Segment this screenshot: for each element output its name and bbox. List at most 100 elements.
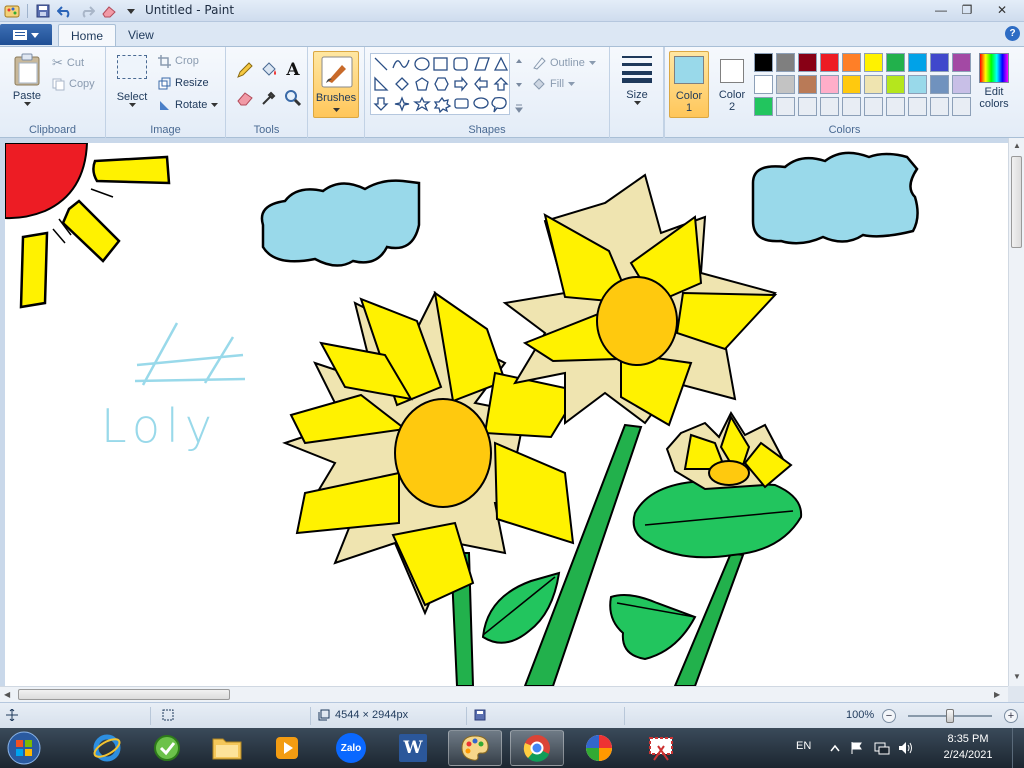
zoom-slider-thumb[interactable]	[946, 709, 954, 723]
vertical-scroll-thumb[interactable]	[1011, 156, 1022, 248]
tab-view[interactable]: View	[116, 24, 166, 46]
rotate-icon	[160, 100, 169, 110]
scroll-up-icon[interactable]: ▲	[1013, 141, 1021, 150]
snipping-tool-taskbar[interactable]	[634, 730, 688, 766]
save-icon[interactable]	[33, 2, 53, 20]
cut-button[interactable]: ✂ Cut	[52, 53, 84, 73]
selection-icon	[117, 55, 147, 79]
magnifier-icon[interactable]	[282, 87, 304, 109]
menu-icon	[13, 29, 27, 40]
image-group: Select Crop Resize Rotate Image	[106, 47, 226, 138]
start-button[interactable]	[4, 729, 44, 767]
eraser-qat-icon[interactable]	[99, 2, 119, 20]
color-picker-icon[interactable]	[258, 87, 280, 109]
rotate-label: Rotate	[175, 99, 208, 111]
clock-date[interactable]: 2/24/2021	[936, 749, 1000, 761]
size-button[interactable]: Size	[618, 53, 656, 106]
redo-icon[interactable]	[77, 2, 97, 20]
zalo-taskbar[interactable]: Zalo	[324, 730, 378, 766]
paste-button[interactable]: Paste	[8, 53, 46, 107]
customize-qat-icon[interactable]	[121, 2, 141, 20]
scroll-down-icon[interactable]: ▼	[1013, 672, 1021, 681]
outline-label: Outline	[550, 57, 585, 69]
volume-icon[interactable]	[898, 741, 914, 755]
action-center-flag-icon[interactable]	[850, 741, 864, 755]
tab-home[interactable]: Home	[58, 24, 117, 46]
line-size-icon	[622, 56, 652, 83]
drawing-canvas[interactable]: Loly	[5, 143, 1008, 686]
text-tool-icon[interactable]: A	[282, 59, 304, 81]
crop-button[interactable]: Crop	[158, 51, 199, 71]
show-hidden-icons-icon[interactable]	[830, 744, 840, 752]
chevron-down-icon	[333, 108, 340, 112]
shapes-gallery-icons[interactable]	[371, 54, 511, 116]
brushes-button[interactable]: Brushes	[313, 51, 359, 118]
resize-button[interactable]: Resize	[158, 73, 209, 93]
fill-button[interactable]: Fill	[532, 74, 576, 94]
horizontal-scrollbar[interactable]: ◀ ▶	[0, 686, 1008, 702]
close-button[interactable]: ✕	[980, 0, 1024, 20]
paint-taskbar[interactable]	[448, 730, 502, 766]
window-controls: — ❐ ✕	[928, 0, 1024, 20]
outline-button[interactable]: Outline	[532, 53, 596, 73]
sunflower-small	[665, 410, 793, 491]
help-icon[interactable]: ?	[1005, 26, 1020, 41]
resize-icon	[158, 77, 171, 89]
chrome-taskbar[interactable]	[510, 730, 564, 766]
network-icon[interactable]	[874, 741, 890, 755]
cloud-left	[260, 179, 421, 267]
status-separator	[624, 707, 625, 725]
cut-label: Cut	[66, 57, 85, 69]
green-browser-taskbar[interactable]	[140, 730, 194, 766]
image-group-label: Image	[150, 124, 181, 136]
media-player-taskbar[interactable]	[260, 730, 314, 766]
paste-label: Paste	[12, 90, 42, 102]
color-app-taskbar[interactable]	[572, 730, 626, 766]
brush-icon	[321, 56, 353, 88]
scroll-right-icon[interactable]: ▶	[994, 690, 1000, 699]
language-indicator[interactable]: EN	[796, 740, 811, 752]
eraser-icon[interactable]	[234, 87, 256, 109]
status-separator	[466, 707, 467, 725]
clock-time[interactable]: 8:35 PM	[938, 733, 998, 745]
paint-app-icon[interactable]	[2, 2, 22, 20]
shapes-group-label: Shapes	[468, 124, 506, 136]
status-bar: 4544 × 2944px 100% − +	[0, 702, 1024, 728]
horizontal-scroll-thumb[interactable]	[18, 689, 230, 700]
image-size-icon	[318, 709, 330, 721]
media-player-icon	[276, 737, 298, 759]
copy-label: Copy	[69, 78, 95, 90]
internet-explorer-taskbar[interactable]	[80, 730, 134, 766]
shapes-scroll[interactable]	[514, 53, 524, 115]
undo-icon[interactable]	[55, 2, 75, 20]
zoom-in-button[interactable]: +	[1004, 709, 1018, 723]
separator	[27, 4, 28, 18]
paint-menu-button[interactable]	[0, 24, 52, 45]
vertical-scrollbar[interactable]: ▲ ▼	[1008, 138, 1024, 686]
word-taskbar[interactable]: W	[386, 730, 440, 766]
pencil-icon[interactable]	[234, 59, 256, 81]
chevron-down-icon	[568, 81, 576, 86]
zoom-out-button[interactable]: −	[882, 709, 896, 723]
fill-bucket-icon[interactable]	[258, 59, 280, 81]
file-explorer-taskbar[interactable]	[200, 730, 254, 766]
copy-button[interactable]: Copy	[52, 74, 95, 94]
quick-access-toolbar	[2, 2, 141, 20]
colors-group-label: Colors	[828, 124, 861, 136]
tools-group: A Tools	[226, 47, 308, 138]
chrome-icon	[523, 735, 550, 762]
scissors-icon: ✂	[52, 55, 63, 70]
maximize-button[interactable]: ❐	[954, 0, 980, 20]
select-button[interactable]: Select	[114, 55, 150, 108]
resize-label: Resize	[175, 77, 209, 89]
chevron-down-icon	[211, 102, 219, 107]
tools-group-label: Tools	[253, 124, 280, 136]
disk-icon	[474, 709, 486, 721]
canvas-workspace: Loly	[0, 138, 1008, 686]
internet-explorer-icon	[93, 734, 121, 762]
sun-drawing	[5, 143, 171, 309]
minimize-button[interactable]: —	[928, 0, 954, 20]
scroll-left-icon[interactable]: ◀	[4, 690, 10, 699]
rotate-button[interactable]: Rotate	[158, 95, 219, 115]
show-desktop-button[interactable]	[1012, 728, 1024, 768]
